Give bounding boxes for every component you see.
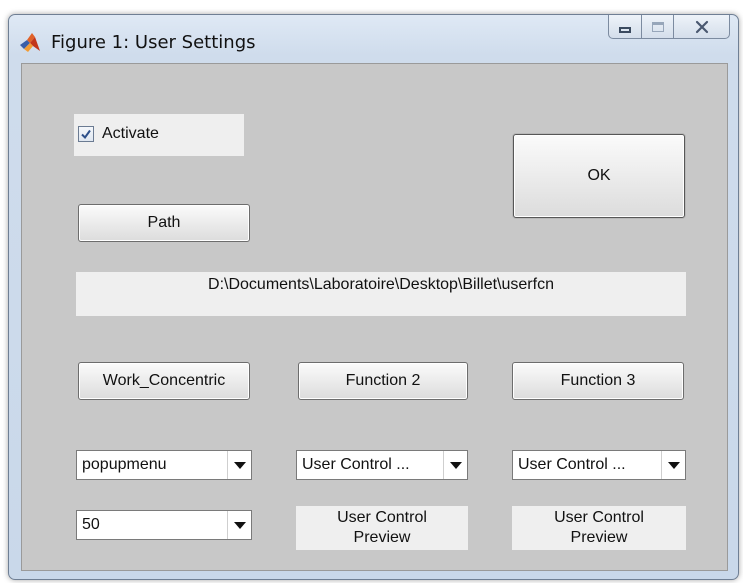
- maximize-icon: [651, 21, 664, 32]
- path-button[interactable]: Path: [78, 204, 250, 242]
- matlab-icon: [20, 33, 40, 52]
- minimize-button[interactable]: [608, 15, 642, 39]
- figure-canvas: Activate OK Path D:\Documents\Laboratoir…: [21, 63, 728, 571]
- figure-window: Figure 1: User Settings Activate OK Path…: [8, 14, 739, 580]
- chevron-down-icon[interactable]: [227, 511, 251, 539]
- user-control-preview-3: User Control Preview: [512, 506, 686, 550]
- popupmenu-4-value: 50: [82, 516, 100, 533]
- checkbox-box[interactable]: [78, 126, 94, 142]
- caption-buttons: [608, 15, 730, 41]
- preview-2-line2: Preview: [353, 529, 411, 546]
- function-3-button[interactable]: Function 3: [512, 362, 684, 400]
- checkmark-icon: [81, 129, 91, 140]
- preview-2-line1: User Control: [337, 509, 427, 526]
- title-bar[interactable]: Figure 1: User Settings: [9, 15, 738, 65]
- popupmenu-1-value: popupmenu: [82, 456, 167, 473]
- ok-button[interactable]: OK: [513, 134, 685, 218]
- path-text: D:\Documents\Laboratoire\Desktop\Billet\…: [208, 276, 554, 293]
- work-concentric-button[interactable]: Work_Concentric: [78, 362, 250, 400]
- popupmenu-3[interactable]: User Control ...: [512, 450, 686, 480]
- chevron-down-icon[interactable]: [227, 451, 251, 479]
- preview-3-line1: User Control: [554, 509, 644, 526]
- popupmenu-1[interactable]: popupmenu: [76, 450, 252, 480]
- popupmenu-4[interactable]: 50: [76, 510, 252, 540]
- window-title: Figure 1: User Settings: [51, 32, 256, 53]
- minimize-icon: [619, 26, 631, 33]
- function-2-button[interactable]: Function 2: [298, 362, 468, 400]
- maximize-button[interactable]: [642, 15, 674, 39]
- activate-label: Activate: [102, 125, 159, 142]
- close-icon: [695, 20, 708, 33]
- popupmenu-2-value: User Control ...: [302, 456, 410, 473]
- chevron-down-icon[interactable]: [443, 451, 467, 479]
- activate-checkbox[interactable]: Activate: [78, 125, 159, 143]
- preview-3-line2: Preview: [570, 529, 628, 546]
- popupmenu-3-value: User Control ...: [518, 456, 626, 473]
- activate-panel: Activate: [74, 114, 244, 156]
- chevron-down-icon[interactable]: [661, 451, 685, 479]
- user-control-preview-2: User Control Preview: [296, 506, 468, 550]
- popupmenu-2[interactable]: User Control ...: [296, 450, 468, 480]
- path-display: D:\Documents\Laboratoire\Desktop\Billet\…: [76, 272, 686, 316]
- close-button[interactable]: [674, 15, 730, 39]
